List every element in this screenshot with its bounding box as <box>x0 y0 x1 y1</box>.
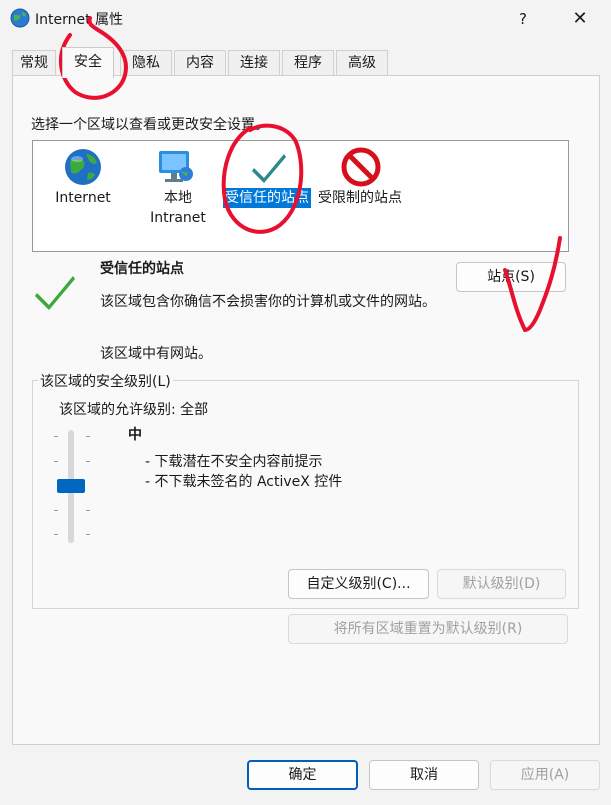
slider-tick <box>54 436 58 437</box>
zone-restricted-sites[interactable]: 受限制的站点 <box>318 141 413 251</box>
selected-zone-description: 该区域包含你确信不会损害你的计算机或文件的网站。 <box>100 294 436 310</box>
zone-trusted-sites[interactable]: 受信任的站点 <box>223 141 318 251</box>
level-detail-item: - 下载潜在不安全内容前提示 <box>145 454 323 470</box>
close-button[interactable]: ✕ <box>560 4 600 34</box>
level-detail-item: - 不下载未签名的 ActiveX 控件 <box>145 474 343 490</box>
custom-level-button[interactable]: 自定义级别(C)... <box>288 569 429 599</box>
tab-programs[interactable]: 程序 <box>282 50 334 75</box>
zone-label: Internet <box>55 190 111 206</box>
tab-connections[interactable]: 连接 <box>228 50 280 75</box>
allowed-levels-text: 该区域的允许级别: 全部 <box>59 402 209 418</box>
zone-local-intranet[interactable]: 本地 Intranet <box>133 141 223 251</box>
monitor-network-icon <box>159 151 193 182</box>
slider-tick <box>86 461 90 462</box>
globe-icon <box>65 149 101 185</box>
security-level-legend: 该区域的安全级别(L) <box>38 371 173 391</box>
internet-options-globe-icon <box>10 8 30 28</box>
default-level-button[interactable]: 默认级别(D) <box>437 569 566 599</box>
checkmark-icon <box>252 154 286 183</box>
apply-button[interactable]: 应用(A) <box>490 760 600 790</box>
zone-label: 受限制的站点 <box>318 190 402 206</box>
checkmark-icon <box>35 276 75 310</box>
security-level-name: 中 <box>128 427 142 443</box>
selected-zone-sites-status: 该区域中有网站。 <box>100 346 212 362</box>
tab-advanced[interactable]: 高级 <box>336 50 388 75</box>
title-bar: Internet 属性 ? ✕ <box>0 0 611 38</box>
slider-tick <box>86 534 90 535</box>
tab-privacy[interactable]: 隐私 <box>120 50 172 75</box>
zone-list: Internet 本地 Intranet 受信任的站点 受限制的站点 <box>32 140 569 252</box>
window-title: Internet 属性 <box>35 12 124 28</box>
help-button[interactable]: ? <box>505 4 541 34</box>
sites-button[interactable]: 站点(S) <box>456 262 566 292</box>
slider-tick <box>86 436 90 437</box>
tab-content[interactable]: 内容 <box>174 50 226 75</box>
reset-all-zones-button[interactable]: 将所有区域重置为默认级别(R) <box>288 614 568 644</box>
zone-prompt: 选择一个区域以查看或更改安全设置。 <box>31 117 269 133</box>
slider-tick <box>54 510 58 511</box>
selected-zone-title: 受信任的站点 <box>100 261 184 277</box>
tab-security[interactable]: 安全 <box>62 47 114 78</box>
slider-tick <box>54 534 58 535</box>
slider-tick <box>86 510 90 511</box>
no-entry-icon <box>341 147 381 187</box>
ok-button[interactable]: 确定 <box>247 760 358 790</box>
slider-thumb[interactable] <box>57 479 85 493</box>
cancel-button[interactable]: 取消 <box>369 760 479 790</box>
security-level-details: - 下载潜在不安全内容前提示 - 不下载未签名的 ActiveX 控件 <box>145 452 342 492</box>
zone-label: 受信任的站点 <box>223 188 311 208</box>
zone-internet[interactable]: Internet <box>33 141 133 251</box>
slider-tick <box>54 461 58 462</box>
zone-label: 本地 Intranet <box>150 190 206 226</box>
tab-general[interactable]: 常规 <box>12 50 56 75</box>
